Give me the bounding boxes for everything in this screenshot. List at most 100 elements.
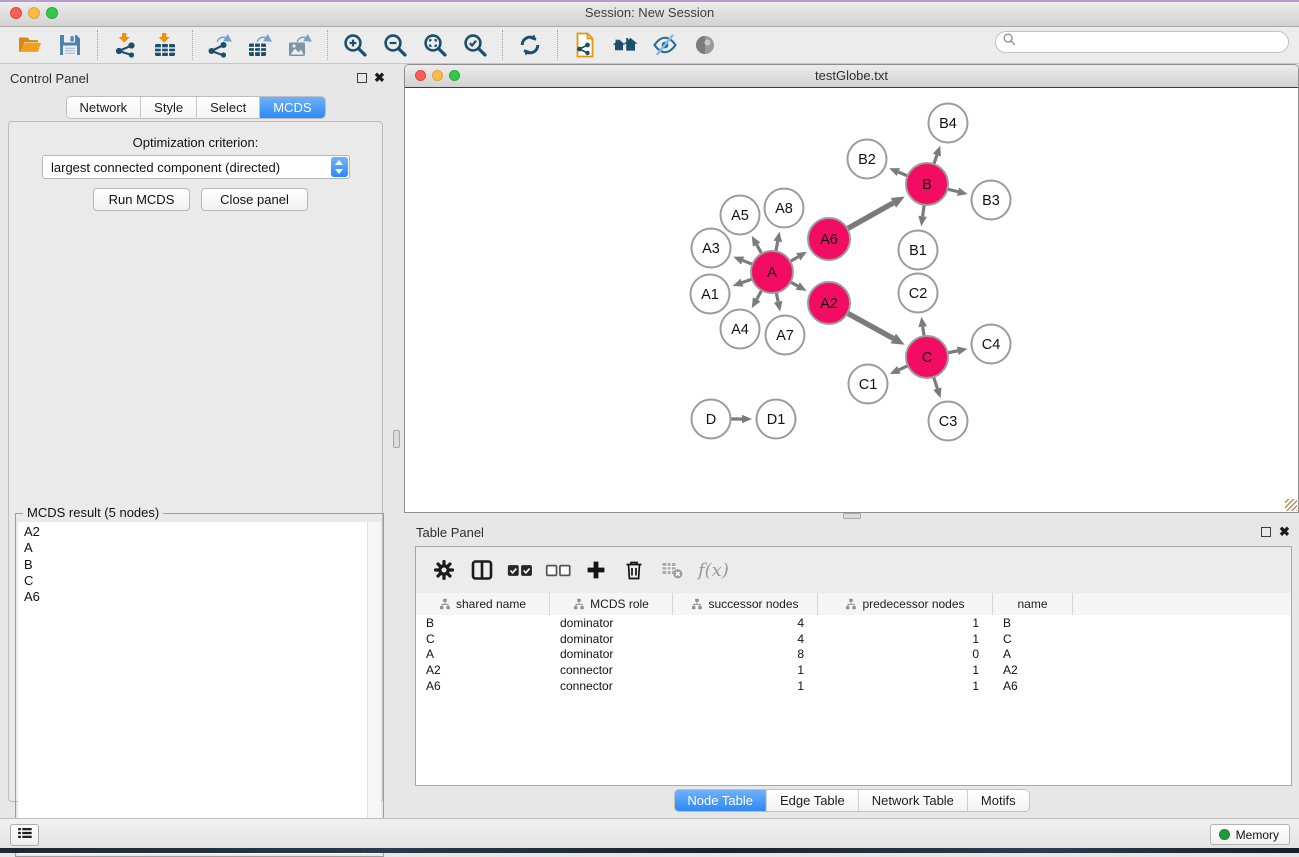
tab-edge-table[interactable]: Edge Table <box>767 790 859 811</box>
column-header-successor-nodes[interactable]: successor nodes <box>673 593 818 615</box>
table-row[interactable]: A6connector11A6 <box>416 678 1291 694</box>
float-panel-icon[interactable] <box>357 73 367 83</box>
column-header-shared-name[interactable]: shared name <box>416 593 550 615</box>
zoom-selected-icon[interactable] <box>460 30 490 60</box>
column-header-predecessor-nodes[interactable]: predecessor nodes <box>818 593 993 615</box>
cell-MCDS-role[interactable]: dominator <box>550 616 673 630</box>
cell-shared-name[interactable]: A <box>416 647 550 661</box>
column-label: shared name <box>456 597 526 611</box>
deselect-all-icon[interactable] <box>544 556 572 584</box>
graph-node-label-A5: A5 <box>731 208 749 224</box>
network-canvas[interactable]: B4B2BB3A8A5A6A3B1AC2A1A2A4A7C4CC1DD1C3 <box>405 87 1298 512</box>
network-window-titlebar[interactable]: testGlobe.txt <box>405 65 1298 88</box>
vertical-splitter-grip[interactable] <box>393 430 400 448</box>
horizontal-splitter-grip[interactable] <box>843 513 861 519</box>
cell-predecessor-nodes[interactable]: 1 <box>818 679 993 693</box>
tab-network-table[interactable]: Network Table <box>859 790 968 811</box>
cell-MCDS-role[interactable]: connector <box>550 663 673 677</box>
window-resize-grip[interactable] <box>1285 499 1297 511</box>
tab-select[interactable]: Select <box>197 97 260 118</box>
export-network-icon[interactable] <box>205 30 235 60</box>
birdseye-icon[interactable] <box>690 30 720 60</box>
cell-shared-name[interactable]: B <box>416 616 550 630</box>
cell-successor-nodes[interactable]: 4 <box>673 616 818 630</box>
export-image-icon[interactable] <box>285 30 315 60</box>
app-title: Session: New Session <box>0 5 1299 20</box>
cell-name[interactable]: A2 <box>993 663 1073 677</box>
graph-node-label-B3: B3 <box>982 193 1000 209</box>
tab-motifs[interactable]: Motifs <box>968 790 1029 811</box>
export-table-icon[interactable] <box>245 30 275 60</box>
gear-icon[interactable] <box>430 556 458 584</box>
graph-node-label-C3: C3 <box>939 414 958 430</box>
search-field[interactable] <box>995 31 1289 53</box>
cell-predecessor-nodes[interactable]: 1 <box>818 632 993 646</box>
add-row-icon[interactable] <box>582 556 610 584</box>
cell-predecessor-nodes[interactable]: 0 <box>818 647 993 661</box>
cell-MCDS-role[interactable]: connector <box>550 679 673 693</box>
save-session-icon[interactable] <box>55 30 85 60</box>
close-panel-button[interactable]: Close panel <box>201 188 308 211</box>
task-history-button[interactable] <box>10 824 39 846</box>
toolbar-separator <box>502 30 503 60</box>
control-panel-title: Control Panel <box>10 71 89 86</box>
zoom-in-icon[interactable] <box>340 30 370 60</box>
open-session-icon[interactable] <box>15 30 45 60</box>
network-document-icon[interactable] <box>570 30 600 60</box>
hide-panels-icon[interactable] <box>650 30 680 60</box>
mcds-result-item[interactable]: A <box>24 540 367 556</box>
cell-name[interactable]: A6 <box>993 679 1073 693</box>
graph-node-label-A: A <box>767 265 777 281</box>
float-table-panel-icon[interactable] <box>1261 527 1271 537</box>
table-row[interactable]: A2connector11A2 <box>416 662 1291 678</box>
column-header-MCDS-role[interactable]: MCDS role <box>550 593 673 615</box>
mcds-result-item[interactable]: C <box>24 573 367 589</box>
cell-name[interactable]: C <box>993 632 1073 646</box>
zoom-fit-icon[interactable] <box>420 30 450 60</box>
tab-style[interactable]: Style <box>141 97 197 118</box>
mcds-result-item[interactable]: A6 <box>24 589 367 605</box>
run-mcds-button[interactable]: Run MCDS <box>93 188 190 211</box>
mcds-result-item[interactable]: B <box>24 557 367 573</box>
delete-row-icon[interactable] <box>620 556 648 584</box>
close-panel-icon[interactable]: ✖ <box>374 72 385 83</box>
close-table-panel-icon[interactable]: ✖ <box>1279 526 1290 537</box>
zoom-out-icon[interactable] <box>380 30 410 60</box>
app-titlebar: Session: New Session <box>0 0 1299 27</box>
tab-network[interactable]: Network <box>66 97 141 118</box>
column-network-icon <box>573 598 585 610</box>
cell-predecessor-nodes[interactable]: 1 <box>818 663 993 677</box>
column-header-name[interactable]: name <box>993 593 1073 615</box>
column-network-icon <box>691 598 703 610</box>
cell-successor-nodes[interactable]: 1 <box>673 663 818 677</box>
split-columns-icon[interactable] <box>468 556 496 584</box>
cell-successor-nodes[interactable]: 8 <box>673 647 818 661</box>
cell-successor-nodes[interactable]: 1 <box>673 679 818 693</box>
cell-shared-name[interactable]: C <box>416 632 550 646</box>
network-view-window: testGlobe.txt B4B2BB3A8A5A6A3B1AC2A1A2A4… <box>404 64 1299 513</box>
column-label: successor nodes <box>708 597 798 611</box>
welcome-home-icon[interactable] <box>610 30 640 60</box>
refresh-network-icon[interactable] <box>515 30 545 60</box>
optimization-criterion-select[interactable]: largest connected component (directed) <box>42 155 350 179</box>
cell-successor-nodes[interactable]: 4 <box>673 632 818 646</box>
cell-shared-name[interactable]: A2 <box>416 663 550 677</box>
result-scrollbar[interactable] <box>368 522 381 854</box>
cell-MCDS-role[interactable]: dominator <box>550 632 673 646</box>
table-row[interactable]: Cdominator41C <box>416 631 1291 647</box>
tab-node-table[interactable]: Node Table <box>674 790 767 811</box>
cell-predecessor-nodes[interactable]: 1 <box>818 616 993 630</box>
cell-MCDS-role[interactable]: dominator <box>550 647 673 661</box>
import-network-icon[interactable] <box>110 30 140 60</box>
mcds-result-item[interactable]: A2 <box>24 524 367 540</box>
cell-name[interactable]: A <box>993 647 1073 661</box>
memory-button[interactable]: Memory <box>1210 824 1290 845</box>
cell-name[interactable]: B <box>993 616 1073 630</box>
select-all-icon[interactable] <box>506 556 534 584</box>
table-row[interactable]: Bdominator41B <box>416 615 1291 631</box>
tab-mcds[interactable]: MCDS <box>260 97 324 118</box>
cell-shared-name[interactable]: A6 <box>416 679 550 693</box>
import-table-icon[interactable] <box>150 30 180 60</box>
search-input[interactable] <box>1017 33 1288 51</box>
table-row[interactable]: Adominator80A <box>416 647 1291 663</box>
